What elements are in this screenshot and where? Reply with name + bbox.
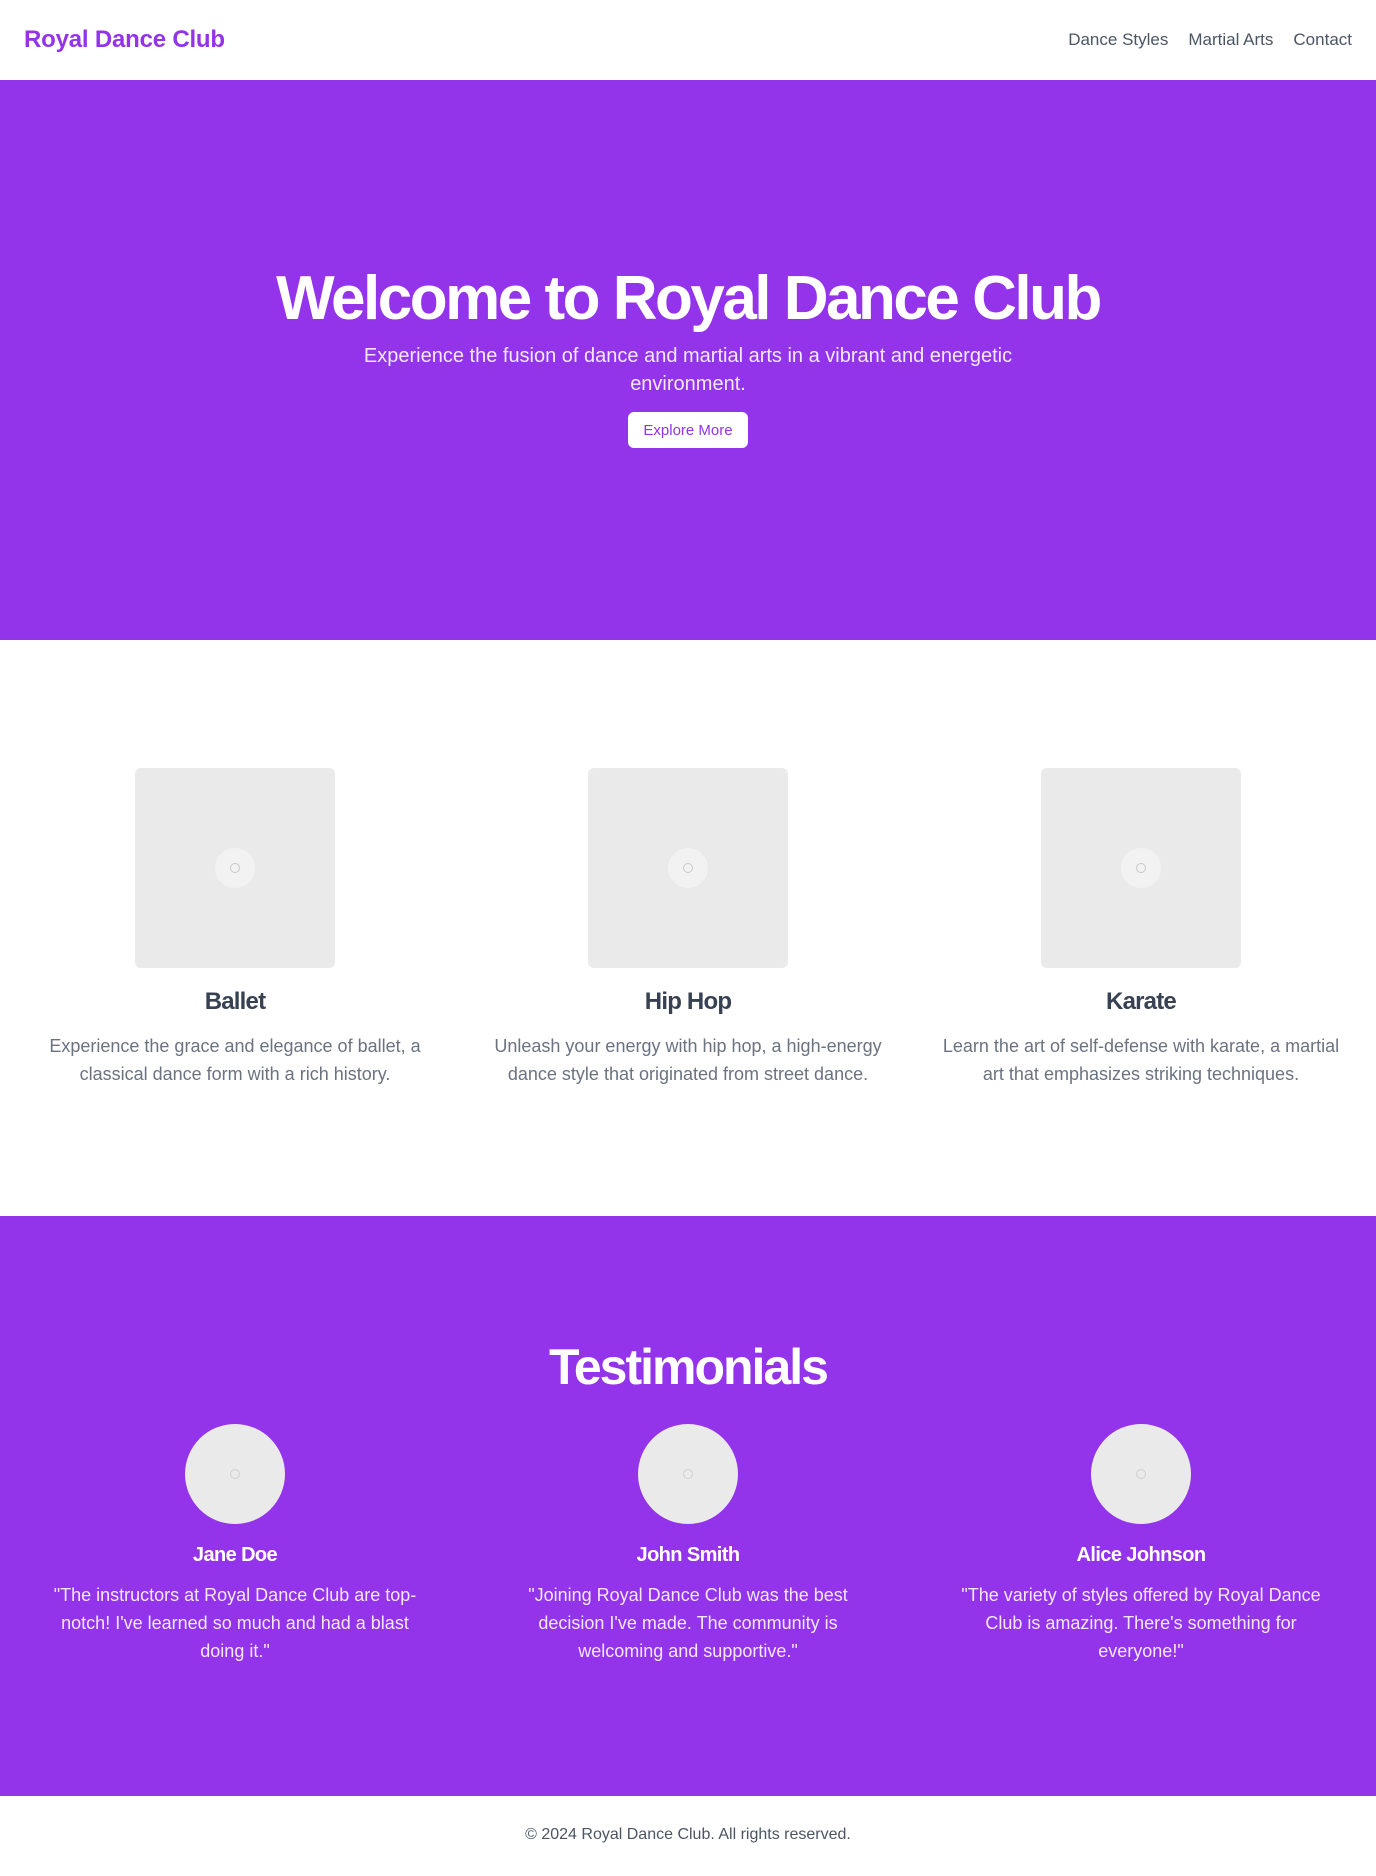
feature-title: Karate xyxy=(1106,988,1177,1015)
testimonial-quote: "The instructors at Royal Dance Club are… xyxy=(53,1585,417,1661)
image-placeholder-icon xyxy=(215,848,255,888)
feature-title: Ballet xyxy=(204,988,266,1015)
feature-description: Learn the art of self-defense with karat… xyxy=(942,1036,1340,1084)
explore-more-button[interactable]: Explore More xyxy=(628,412,748,448)
site-header: Royal Dance Club Dance Styles Martial Ar… xyxy=(0,0,1376,80)
brand-logo[interactable]: Royal Dance Club xyxy=(24,26,225,54)
testimonial-name: Jane Doe xyxy=(192,1544,278,1566)
feature-image xyxy=(135,768,335,968)
hero-subtitle: Experience the fusion of dance and marti… xyxy=(363,345,1013,395)
avatar xyxy=(638,1424,738,1524)
testimonials-section: Testimonials Jane Doe "The instructors a… xyxy=(0,1216,1376,1796)
feature-image xyxy=(1041,768,1241,968)
avatar xyxy=(1091,1424,1191,1524)
testimonial-quote: "The variety of styles offered by Royal … xyxy=(961,1585,1321,1661)
site-footer: © 2024 Royal Dance Club. All rights rese… xyxy=(0,1796,1376,1876)
footer-copyright: © 2024 Royal Dance Club. All rights rese… xyxy=(525,1826,851,1843)
testimonial-name: Alice Johnson xyxy=(1076,1544,1206,1566)
nav-link-contact[interactable]: Contact xyxy=(1293,30,1352,50)
testimonial-card: Alice Johnson "The variety of styles off… xyxy=(921,1424,1361,1665)
main-nav: Dance Styles Martial Arts Contact xyxy=(1068,30,1352,50)
feature-card-ballet: Ballet Experience the grace and elegance… xyxy=(15,768,455,1088)
features-section: Ballet Experience the grace and elegance… xyxy=(0,640,1376,1216)
testimonials-title: Testimonials xyxy=(549,1339,829,1395)
avatar xyxy=(185,1424,285,1524)
feature-description: Experience the grace and elegance of bal… xyxy=(49,1036,421,1084)
nav-link-dance-styles[interactable]: Dance Styles xyxy=(1068,30,1168,50)
feature-card-hip-hop: Hip Hop Unleash your energy with hip hop… xyxy=(468,768,908,1088)
feature-description: Unleash your energy with hip hop, a high… xyxy=(494,1036,882,1084)
nav-link-martial-arts[interactable]: Martial Arts xyxy=(1188,30,1273,50)
avatar-placeholder-icon xyxy=(683,1469,693,1479)
testimonial-card: John Smith "Joining Royal Dance Club was… xyxy=(468,1424,908,1665)
hero-section: Welcome to Royal Dance Club Experience t… xyxy=(0,80,1376,640)
feature-image xyxy=(588,768,788,968)
avatar-placeholder-icon xyxy=(1136,1469,1146,1479)
avatar-placeholder-icon xyxy=(230,1469,240,1479)
feature-card-karate: Karate Learn the art of self-defense wit… xyxy=(921,768,1361,1088)
hero-title: Welcome to Royal Dance Club xyxy=(276,264,1102,333)
image-placeholder-icon xyxy=(1121,848,1161,888)
feature-title: Hip Hop xyxy=(644,988,732,1015)
testimonial-quote: "Joining Royal Dance Club was the best d… xyxy=(528,1585,848,1661)
image-placeholder-icon xyxy=(668,848,708,888)
testimonial-card: Jane Doe "The instructors at Royal Dance… xyxy=(15,1424,455,1665)
testimonial-name: John Smith xyxy=(636,1544,740,1566)
